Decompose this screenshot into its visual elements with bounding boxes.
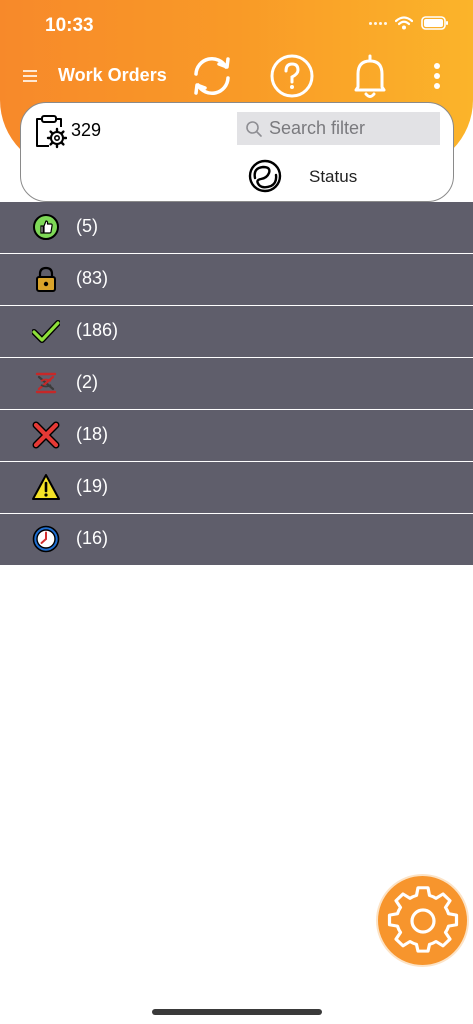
filter-card: 329 Status <box>20 102 454 202</box>
search-icon <box>246 121 262 137</box>
status-row-count: (18) <box>76 424 109 444</box>
status-row-cancelled[interactable]: (18) <box>0 410 473 462</box>
status-row-count: (83) <box>76 268 109 288</box>
search-input[interactable] <box>269 112 437 145</box>
status-time: 10:33 <box>45 15 94 36</box>
group-by-status-label[interactable]: Status <box>309 167 357 187</box>
checkmark-icon <box>32 320 60 343</box>
status-row-approved[interactable]: (5) <box>0 202 473 254</box>
status-list: (5) (83) (186) (2) (18) (19) (16) <box>0 202 473 565</box>
total-count: 329 <box>71 120 102 140</box>
thumbs-up-icon <box>33 214 59 240</box>
wifi-icon <box>395 16 413 30</box>
lock-icon <box>36 266 56 292</box>
home-indicator <box>152 1009 322 1015</box>
clipboard-gear-icon <box>36 115 67 149</box>
signal-icon <box>369 21 387 25</box>
refresh-icon[interactable] <box>188 52 236 100</box>
search-field[interactable] <box>237 112 440 145</box>
screen: 10:33 Work Orders 329 Search filter Stat… <box>0 0 473 1024</box>
battery-icon <box>421 16 448 30</box>
settings-fab-button[interactable] <box>376 874 469 967</box>
status-icons <box>369 16 449 30</box>
page-title: Work Orders <box>58 65 167 85</box>
status-row-count: (186) <box>76 320 119 340</box>
status-row-warning[interactable]: (19) <box>0 462 473 514</box>
bell-icon[interactable] <box>346 52 394 100</box>
status-row-count: (2) <box>76 372 98 392</box>
group-by-status-icon[interactable] <box>247 158 283 194</box>
hamburger-menu-icon[interactable] <box>20 66 40 86</box>
status-row-locked[interactable]: (83) <box>0 254 473 306</box>
status-row-disconnected[interactable]: (2) <box>0 358 473 410</box>
warning-icon <box>32 474 60 500</box>
status-bar: 10:33 <box>0 0 473 52</box>
gear-icon <box>387 886 459 953</box>
help-icon[interactable] <box>268 52 316 100</box>
broken-link-icon <box>35 372 57 394</box>
more-vertical-icon[interactable] <box>425 52 449 100</box>
status-row-completed[interactable]: (186) <box>0 306 473 358</box>
status-row-count: (16) <box>76 528 109 548</box>
status-row-scheduled[interactable]: (16) <box>0 514 473 565</box>
status-row-count: (19) <box>76 476 109 496</box>
clock-icon <box>32 525 60 553</box>
x-cancel-icon <box>32 421 60 449</box>
status-row-count: (5) <box>76 216 98 236</box>
